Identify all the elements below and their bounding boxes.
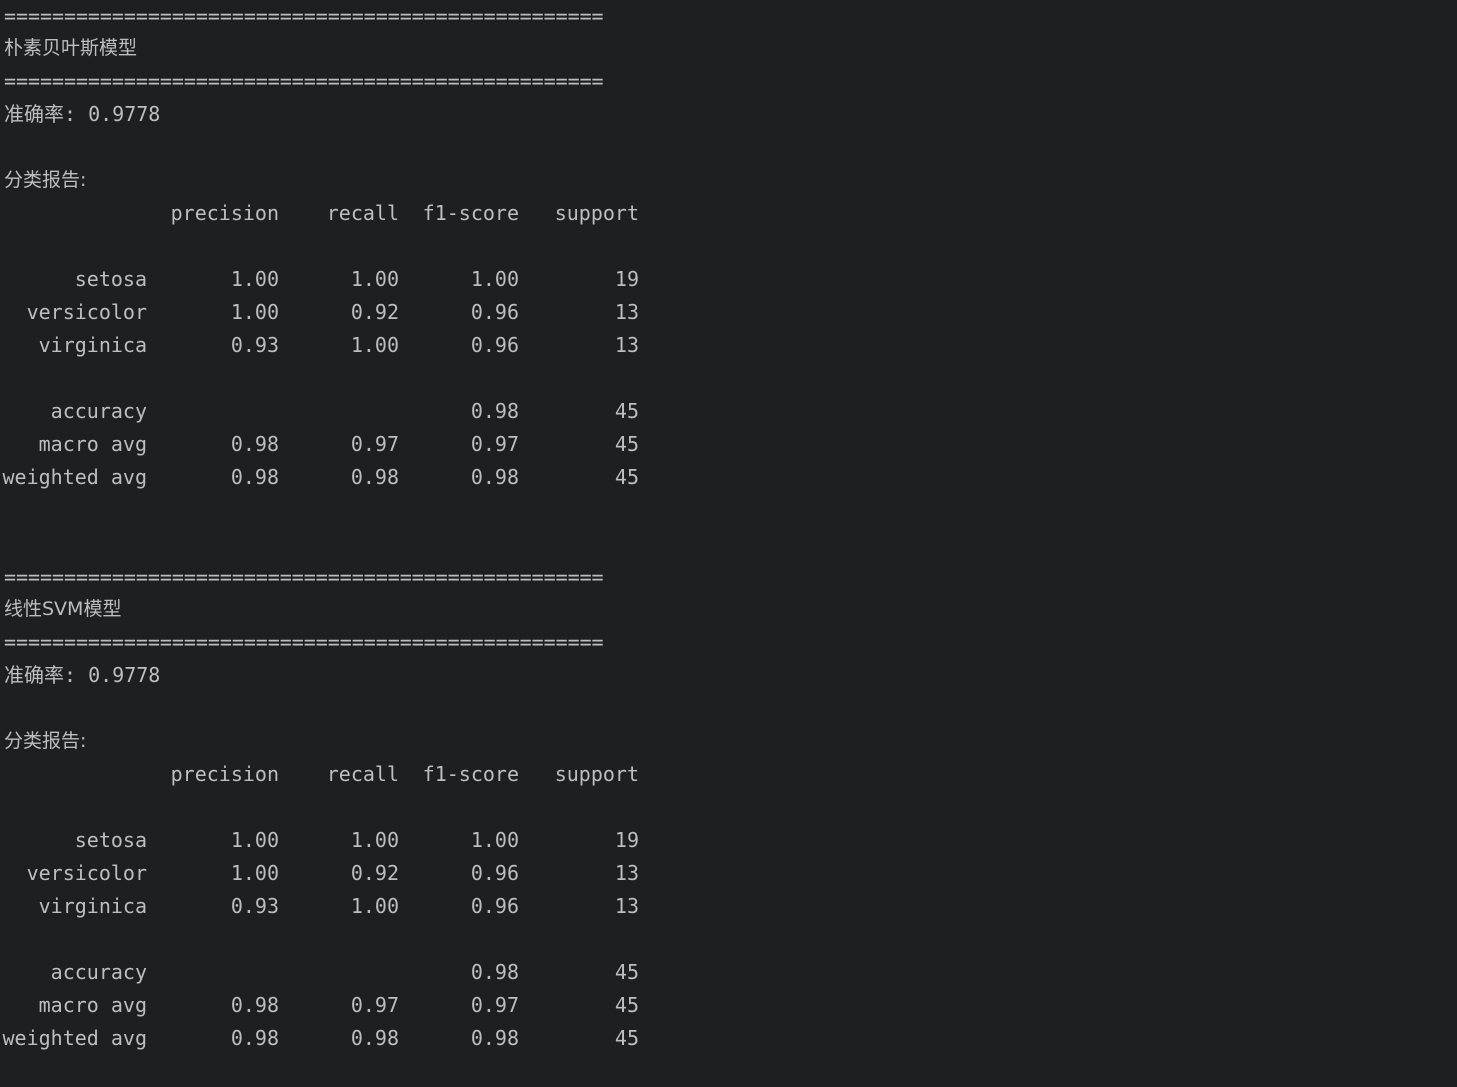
- row-label: setosa: [74, 828, 147, 852]
- console-output[interactable]: ========================================…: [0, 0, 1457, 1087]
- row-label: accuracy: [50, 960, 147, 984]
- cell-support: 45: [614, 993, 639, 1017]
- cell-f1: 0.97: [470, 993, 519, 1017]
- cell-f1: 0.98: [470, 399, 519, 423]
- separator-line: ========================================…: [4, 4, 604, 28]
- row-label: macro avg: [38, 993, 147, 1017]
- header-recall: recall: [326, 762, 399, 786]
- cell-recall: 0.98: [350, 465, 399, 489]
- cell-support: 19: [614, 267, 639, 291]
- cell-precision: 0.98: [230, 993, 279, 1017]
- cell-support: 13: [614, 300, 639, 324]
- cell-precision: 1.00: [230, 828, 279, 852]
- cell-support: 45: [614, 1026, 639, 1050]
- cell-recall: 1.00: [350, 267, 399, 291]
- cell-recall: 1.00: [350, 828, 399, 852]
- header-f1-score: f1-score: [422, 201, 519, 225]
- separator-line: ========================================…: [4, 69, 604, 93]
- cell-recall: 1.00: [350, 894, 399, 918]
- header-precision: precision: [170, 762, 279, 786]
- cell-precision: 0.93: [230, 894, 279, 918]
- cell-support: 13: [614, 333, 639, 357]
- cell-f1: 0.98: [470, 465, 519, 489]
- row-label: macro avg: [38, 432, 147, 456]
- cell-support: 13: [614, 861, 639, 885]
- row-label: weighted avg: [2, 465, 148, 489]
- report-label: 分类报告:: [4, 730, 87, 752]
- cell-f1: 0.98: [470, 1026, 519, 1050]
- cell-precision: 1.00: [230, 861, 279, 885]
- cell-precision: 0.98: [230, 465, 279, 489]
- cell-support: 19: [614, 828, 639, 852]
- cell-f1: 1.00: [470, 828, 519, 852]
- separator-line: ========================================…: [4, 630, 604, 654]
- header-f1-score: f1-score: [422, 762, 519, 786]
- cell-recall: 0.98: [350, 1026, 399, 1050]
- cell-f1: 0.96: [470, 333, 519, 357]
- cell-recall: 0.92: [350, 861, 399, 885]
- cell-support: 45: [614, 399, 639, 423]
- row-label: virginica: [38, 333, 147, 357]
- cell-f1: 0.97: [470, 432, 519, 456]
- cell-recall: 1.00: [350, 333, 399, 357]
- row-label: weighted avg: [2, 1026, 148, 1050]
- cell-precision: 0.98: [230, 1026, 279, 1050]
- cell-f1: 0.96: [470, 861, 519, 885]
- header-support: support: [554, 201, 639, 225]
- header-recall: recall: [326, 201, 399, 225]
- cell-support: 45: [614, 960, 639, 984]
- cell-f1: 0.96: [470, 894, 519, 918]
- cell-support: 45: [614, 465, 639, 489]
- cell-f1: 0.98: [470, 960, 519, 984]
- row-label: accuracy: [50, 399, 147, 423]
- cell-recall: 0.92: [350, 300, 399, 324]
- cell-support: 13: [614, 894, 639, 918]
- separator-line: ========================================…: [4, 565, 604, 589]
- header-support: support: [554, 762, 639, 786]
- row-label: versicolor: [26, 300, 147, 324]
- header-precision: precision: [170, 201, 279, 225]
- cell-precision: 1.00: [230, 300, 279, 324]
- row-label: versicolor: [26, 861, 147, 885]
- cell-precision: 0.93: [230, 333, 279, 357]
- row-label: setosa: [74, 267, 147, 291]
- accuracy-line: 准确率: 0.9778: [4, 102, 161, 126]
- cell-precision: 1.00: [230, 267, 279, 291]
- cell-recall: 0.97: [350, 432, 399, 456]
- report-label: 分类报告:: [4, 169, 87, 191]
- section-title: 线性SVM模型: [4, 598, 122, 620]
- cell-support: 45: [614, 432, 639, 456]
- row-label: virginica: [38, 894, 147, 918]
- cell-f1: 1.00: [470, 267, 519, 291]
- cell-f1: 0.96: [470, 300, 519, 324]
- cell-precision: 0.98: [230, 432, 279, 456]
- section-title: 朴素贝叶斯模型: [4, 37, 138, 59]
- cell-recall: 0.97: [350, 993, 399, 1017]
- accuracy-line: 准确率: 0.9778: [4, 663, 161, 687]
